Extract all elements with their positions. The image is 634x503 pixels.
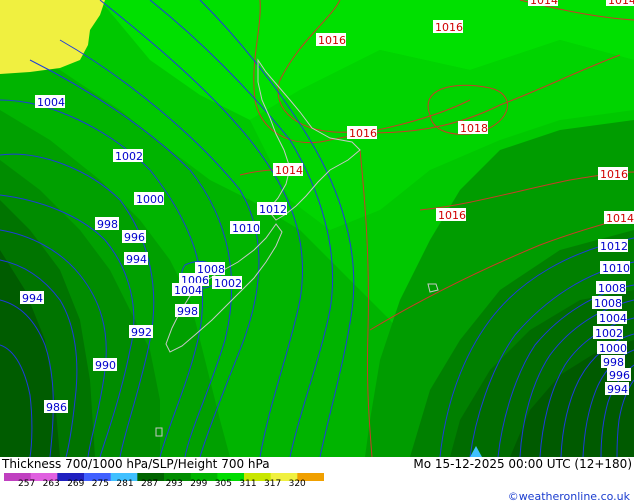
legend-tick-label: 320 xyxy=(288,479,306,489)
slp-label: 1014 xyxy=(275,164,303,177)
title-line: Thickness 700/1000 hPa/SLP/Height 700 hP… xyxy=(2,457,632,473)
color-legend: 257 263 269 275 281 287 293 299 305 311 317 320 ©we… xyxy=(0,473,634,503)
weather-map: 1004 1002 1000 998 996 994 994 992 990 9… xyxy=(0,0,634,457)
height-label: 1000 xyxy=(136,193,164,206)
height-label: 998 xyxy=(603,356,624,369)
slp-label: 1018 xyxy=(460,122,488,135)
legend-tick-label: 263 xyxy=(42,479,60,489)
height-label: 990 xyxy=(95,359,116,372)
slp-label: 1016 xyxy=(435,21,463,34)
height-label: 1010 xyxy=(602,262,630,275)
height-label: 1002 xyxy=(595,327,623,340)
height-label: 1008 xyxy=(594,297,622,310)
height-label: 996 xyxy=(609,369,630,382)
height-label: 1010 xyxy=(232,222,260,235)
height-label: 994 xyxy=(126,253,147,266)
legend-tick-label: 305 xyxy=(214,479,232,489)
height-label: 986 xyxy=(46,401,67,414)
height-label: 998 xyxy=(97,218,118,231)
slp-label: 1016 xyxy=(318,34,346,47)
legend-tick-label: 293 xyxy=(165,479,183,489)
height-label: 998 xyxy=(177,305,198,318)
legend-ticks: 257 263 269 275 281 287 293 299 305 311 317 320 xyxy=(0,479,340,490)
legend-tick-label: 281 xyxy=(116,479,134,489)
height-label: 1012 xyxy=(600,240,628,253)
credit-link[interactable]: ©weatheronline.co.uk xyxy=(508,490,630,503)
height-label: 994 xyxy=(22,292,43,305)
legend-tick-label: 317 xyxy=(264,479,282,489)
height-label: 1000 xyxy=(599,342,627,355)
height-label: 996 xyxy=(124,231,145,244)
height-label: 1008 xyxy=(598,282,626,295)
height-label: 1002 xyxy=(214,277,242,290)
height-label: 992 xyxy=(131,326,152,339)
height-label: 1004 xyxy=(174,284,202,297)
legend-tick-label: 299 xyxy=(190,479,208,489)
slp-label: 1014 xyxy=(530,0,558,7)
slp-label: 1014 xyxy=(608,0,634,7)
slp-label: 1016 xyxy=(349,127,377,140)
height-label: 1002 xyxy=(115,150,143,163)
height-label: 1012 xyxy=(259,203,287,216)
map-title: Thickness 700/1000 hPa/SLP/Height 700 hP… xyxy=(2,457,270,471)
height-label: 994 xyxy=(607,383,628,396)
height-label: 1004 xyxy=(599,312,627,325)
footer: Thickness 700/1000 hPa/SLP/Height 700 hP… xyxy=(0,457,634,503)
legend-tick-label: 257 xyxy=(18,479,36,489)
legend-tick-label: 311 xyxy=(239,479,257,489)
legend-tick-label: 269 xyxy=(67,479,85,489)
slp-label: 1016 xyxy=(600,168,628,181)
slp-label: 1016 xyxy=(438,209,466,222)
map-datetime: Mo 15-12-2025 00:00 UTC (12+180) xyxy=(413,457,632,471)
height-label: 1004 xyxy=(37,96,65,109)
legend-tick-label: 287 xyxy=(141,479,159,489)
slp-label: 1014 xyxy=(606,212,634,225)
legend-tick-label: 275 xyxy=(91,479,109,489)
